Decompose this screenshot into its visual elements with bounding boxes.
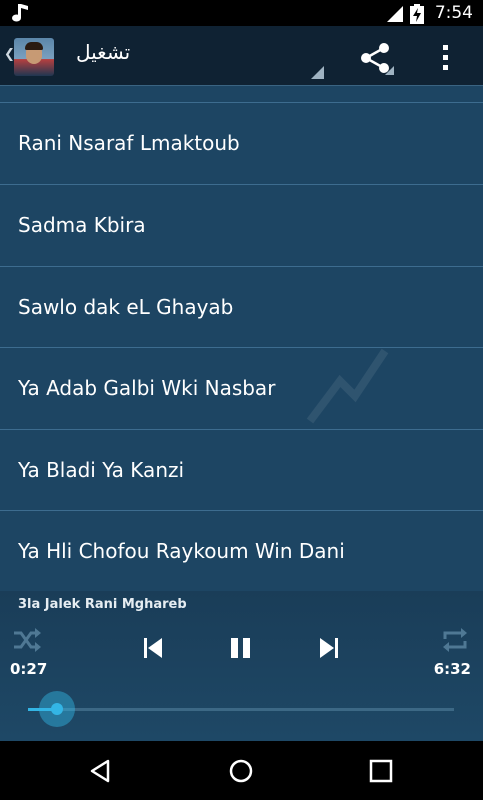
now-playing-panel: 3la Jalek Rani Mghareb 0:27 6:32 [0,591,483,741]
seek-bar[interactable] [28,708,454,711]
list-item-label: Ya Hli Chofou Raykoum Win Dani [18,539,345,563]
list-item[interactable]: Ya Bladi Ya Kanzi [0,429,483,511]
list-item[interactable]: Rani Nsaraf Lmaktoub [0,102,483,184]
overflow-menu-icon [443,45,448,70]
list-item-label: Sadma Kbira [18,213,146,237]
previous-icon [144,638,162,658]
overflow-menu-button[interactable] [432,40,458,74]
list-item[interactable]: Sadma Kbira [0,184,483,266]
repeat-icon [443,628,467,652]
previous-button[interactable] [140,635,166,665]
shuffle-button[interactable] [12,627,42,657]
list-item-label: Sawlo dak eL Ghayab [18,295,234,319]
list-item[interactable]: Ya Adab Galbi Wki Nasbar [0,347,483,429]
status-time: 7:54 [434,3,473,23]
page-title[interactable]: تشغيل [76,40,130,64]
song-list[interactable]: Rani Nsaraf Lmaktoub Sadma Kbira Sawlo d… [0,86,483,591]
back-icon [90,759,110,783]
status-bar: 7:54 [0,0,483,26]
signal-icon [386,5,404,27]
now-playing-title: 3la Jalek Rani Mghareb [18,597,187,612]
elapsed-time: 0:27 [10,660,48,678]
shuffle-icon [14,628,41,652]
seek-bar-thumb[interactable] [39,691,75,727]
app-icon[interactable] [14,38,54,76]
next-icon [320,638,338,658]
action-bar: ❮ تشغيل [0,26,483,86]
total-duration: 6:32 [433,660,471,678]
list-item-label: Rani Nsaraf Lmaktoub [18,131,240,155]
home-button[interactable] [226,756,256,790]
list-item[interactable]: Sawlo dak eL Ghayab [0,266,483,348]
list-item[interactable]: Ya Hli Chofou Raykoum Win Dani [0,510,483,591]
pause-icon [231,638,250,658]
share-dropdown-indicator [385,66,394,75]
title-dropdown-indicator [311,66,324,79]
home-icon [229,759,253,783]
seek-thumb-dot [51,703,63,715]
pause-button[interactable] [228,635,254,665]
battery-charging-icon [410,4,424,28]
list-item-label: Ya Adab Galbi Wki Nasbar [18,376,276,400]
next-button[interactable] [316,635,342,665]
back-button[interactable] [86,756,116,790]
recents-icon [369,759,393,783]
repeat-button[interactable] [440,627,470,657]
app-icon-hair [25,42,43,50]
recents-button[interactable] [366,756,396,790]
list-item-label: Ya Bladi Ya Kanzi [18,458,185,482]
music-note-icon [10,2,32,28]
navigation-bar [0,741,483,800]
